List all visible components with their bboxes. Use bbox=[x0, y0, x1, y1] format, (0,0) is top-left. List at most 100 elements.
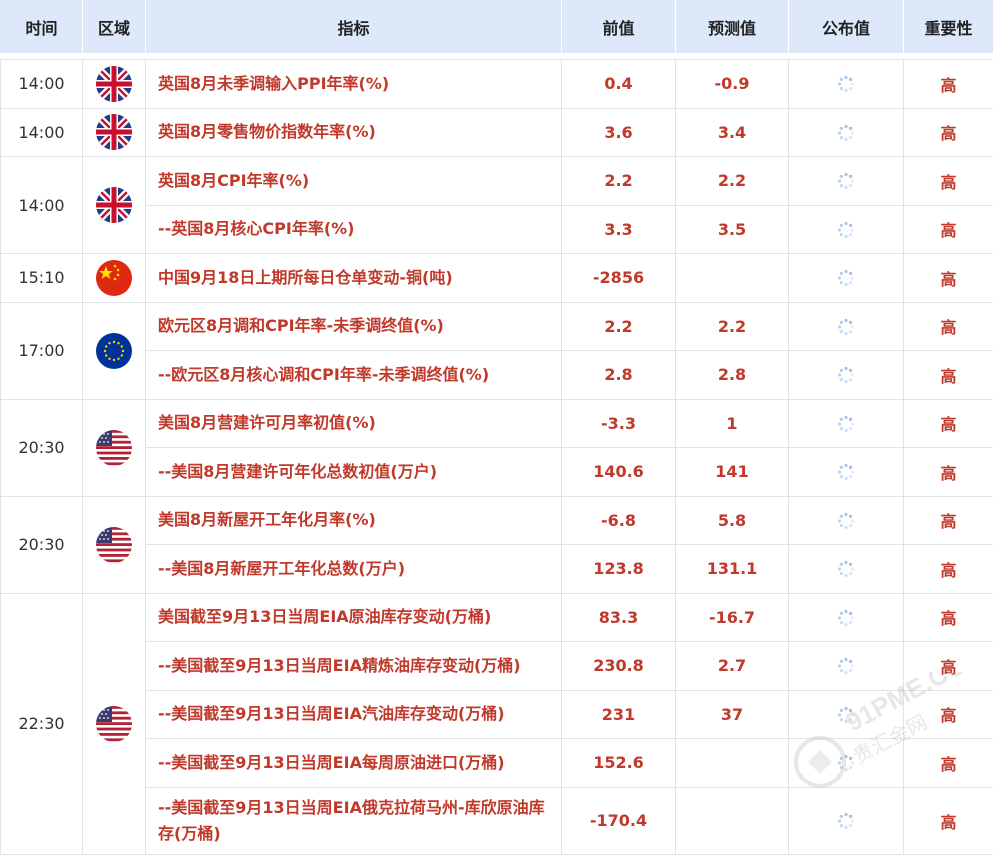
forecast-value: 141 bbox=[675, 447, 789, 497]
table-row: 14:00 英国8月零售物价指数年率(%) 3.6 3.4 高 bbox=[0, 107, 993, 157]
indicator-name[interactable]: --美国截至9月13日当周EIA俄克拉荷马州-库欣原油库存(万桶) bbox=[145, 786, 562, 855]
importance-level: 高 bbox=[903, 156, 993, 206]
forecast-value: 2.7 bbox=[675, 641, 789, 691]
table-body: 14:00 英国8月未季调输入PPI年率(%) 0.4 -0.9 高 14:00 英国8月零… bbox=[0, 59, 993, 855]
previous-value: 140.6 bbox=[561, 447, 676, 497]
eu-flag-icon bbox=[96, 332, 132, 369]
indicator-name[interactable]: --美国截至9月13日当周EIA汽油库存变动(万桶) bbox=[145, 689, 562, 739]
published-value bbox=[788, 544, 904, 594]
importance-level: 高 bbox=[903, 544, 993, 594]
previous-value: 83.3 bbox=[561, 592, 676, 642]
header-indicator: 指标 bbox=[145, 0, 562, 53]
forecast-value: -16.7 bbox=[675, 592, 789, 642]
previous-value: 230.8 bbox=[561, 641, 676, 691]
event-time: 17:00 bbox=[0, 301, 83, 400]
importance-level: 高 bbox=[903, 689, 993, 739]
loading-spinner-icon bbox=[836, 753, 856, 772]
indicator-name[interactable]: --美国8月新屋开工年化总数(万户) bbox=[145, 544, 562, 594]
importance-level: 高 bbox=[903, 301, 993, 351]
indicator-name[interactable]: --美国8月营建许可年化总数初值(万户) bbox=[145, 447, 562, 497]
table-row: --英国8月核心CPI年率(%) 3.3 3.5 高 bbox=[1, 204, 993, 254]
event-time: 20:30 bbox=[0, 495, 83, 594]
published-value bbox=[788, 59, 904, 109]
loading-spinner-icon bbox=[836, 704, 856, 723]
importance-level: 高 bbox=[903, 495, 993, 545]
indicator-name[interactable]: --英国8月核心CPI年率(%) bbox=[145, 204, 562, 254]
published-value bbox=[788, 204, 904, 254]
previous-value: 0.4 bbox=[561, 59, 676, 109]
region-flag bbox=[82, 156, 146, 254]
loading-spinner-icon bbox=[836, 656, 856, 675]
published-value bbox=[788, 738, 904, 788]
forecast-value: 3.5 bbox=[675, 204, 789, 254]
indicator-name[interactable]: 英国8月零售物价指数年率(%) bbox=[145, 107, 562, 157]
importance-level: 高 bbox=[903, 398, 993, 448]
published-value bbox=[788, 398, 904, 448]
importance-level: 高 bbox=[903, 592, 993, 642]
forecast-value: 3.4 bbox=[675, 107, 789, 157]
published-value bbox=[788, 447, 904, 497]
event-time: 14:00 bbox=[0, 156, 83, 254]
published-value bbox=[788, 786, 904, 855]
us-flag-icon bbox=[96, 429, 132, 466]
published-value bbox=[788, 107, 904, 157]
loading-spinner-icon bbox=[836, 171, 856, 190]
importance-level: 高 bbox=[903, 59, 993, 109]
forecast-value: -0.9 bbox=[675, 59, 789, 109]
previous-value: -3.3 bbox=[561, 398, 676, 448]
indicator-name[interactable]: 英国8月未季调输入PPI年率(%) bbox=[145, 59, 562, 109]
indicator-name[interactable]: 英国8月CPI年率(%) bbox=[145, 156, 562, 206]
published-value bbox=[788, 495, 904, 545]
event-time: 20:30 bbox=[0, 398, 83, 497]
event-time: 22:30 bbox=[0, 592, 83, 855]
indicator-name[interactable]: --美国截至9月13日当周EIA精炼油库存变动(万桶) bbox=[145, 641, 562, 691]
published-value bbox=[788, 350, 904, 400]
importance-level: 高 bbox=[903, 786, 993, 855]
table-row: 14:00 英国8月CPI年率(%) 2.2 2.2 高 bbox=[0, 156, 993, 254]
importance-level: 高 bbox=[903, 447, 993, 497]
forecast-value bbox=[675, 786, 789, 855]
forecast-value: 5.8 bbox=[675, 495, 789, 545]
indicator-name[interactable]: --美国截至9月13日当周EIA每周原油进口(万桶) bbox=[145, 738, 562, 788]
us-flag-icon bbox=[96, 705, 132, 742]
loading-spinner-icon bbox=[836, 365, 856, 384]
previous-value: 2.8 bbox=[561, 350, 676, 400]
indicator-name[interactable]: --欧元区8月核心调和CPI年率-未季调终值(%) bbox=[145, 350, 562, 400]
loading-spinner-icon bbox=[836, 559, 856, 578]
region-flag bbox=[82, 301, 146, 400]
region-flag bbox=[82, 398, 146, 497]
forecast-value: 2.8 bbox=[675, 350, 789, 400]
loading-spinner-icon bbox=[836, 268, 856, 287]
loading-spinner-icon bbox=[836, 219, 856, 238]
importance-level: 高 bbox=[903, 641, 993, 691]
forecast-value: 1 bbox=[675, 398, 789, 448]
previous-value: -170.4 bbox=[561, 786, 676, 855]
forecast-value: 2.2 bbox=[675, 301, 789, 351]
table-header-row: 时间 区域 指标 前值 预测值 公布值 重要性 bbox=[0, 0, 993, 53]
header-time: 时间 bbox=[0, 0, 83, 53]
indicator-name[interactable]: 中国9月18日上期所每日仓单变动-铜(吨) bbox=[145, 253, 562, 303]
forecast-value bbox=[675, 253, 789, 303]
loading-spinner-icon bbox=[836, 122, 856, 141]
region-flag bbox=[82, 592, 146, 855]
previous-value: 231 bbox=[561, 689, 676, 739]
importance-level: 高 bbox=[903, 738, 993, 788]
us-flag-icon bbox=[96, 526, 132, 563]
indicator-name[interactable]: 美国8月新屋开工年化月率(%) bbox=[145, 495, 562, 545]
region-flag bbox=[82, 253, 146, 303]
previous-value: 2.2 bbox=[561, 156, 676, 206]
region-flag bbox=[82, 495, 146, 594]
published-value bbox=[788, 689, 904, 739]
importance-level: 高 bbox=[903, 107, 993, 157]
uk-flag-icon bbox=[96, 187, 132, 223]
indicator-name[interactable]: 欧元区8月调和CPI年率-未季调终值(%) bbox=[145, 301, 562, 351]
previous-value: -6.8 bbox=[561, 495, 676, 545]
header-published: 公布值 bbox=[788, 0, 904, 53]
table-row: 20:30 美国8月营建许可月率初值(%) -3.3 1 高 bbox=[0, 398, 993, 497]
importance-level: 高 bbox=[903, 350, 993, 400]
indicator-name[interactable]: 美国8月营建许可月率初值(%) bbox=[145, 398, 562, 448]
loading-spinner-icon bbox=[836, 413, 856, 432]
published-value bbox=[788, 253, 904, 303]
indicator-name[interactable]: 美国截至9月13日当周EIA原油库存变动(万桶) bbox=[145, 592, 562, 642]
table-row: --美国截至9月13日当周EIA精炼油库存变动(万桶) 230.8 2.7 高 bbox=[1, 641, 993, 691]
